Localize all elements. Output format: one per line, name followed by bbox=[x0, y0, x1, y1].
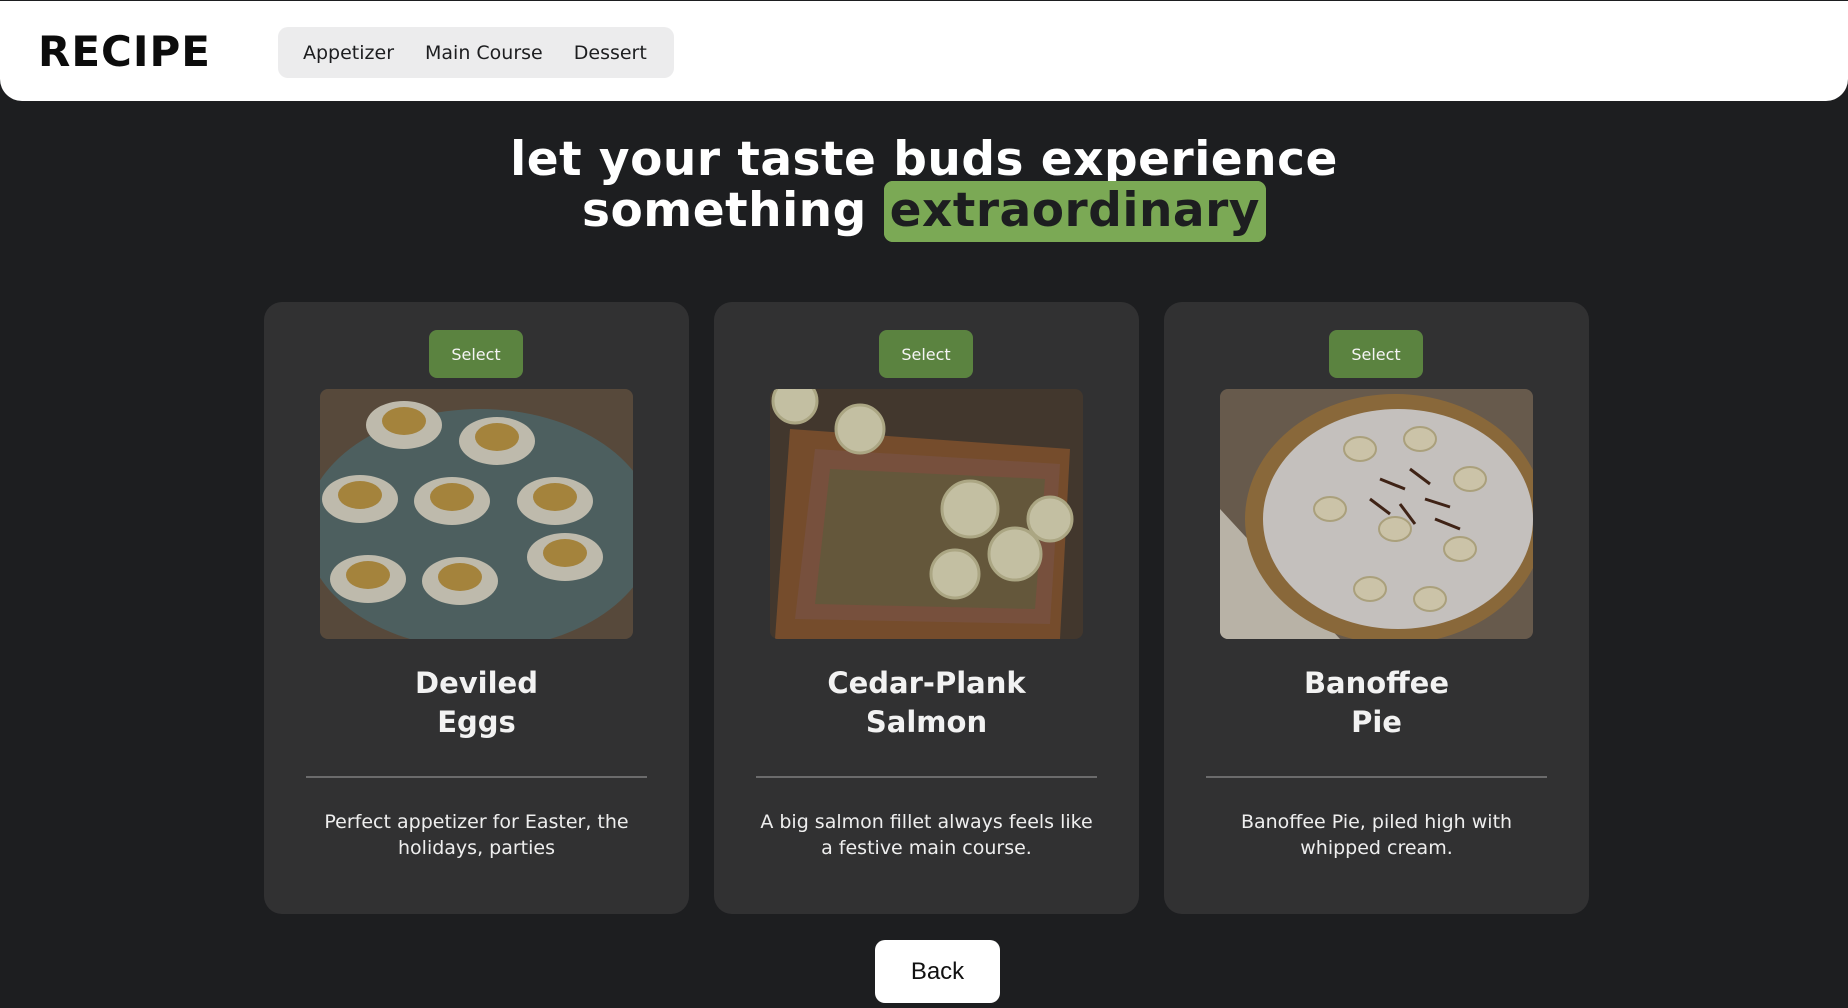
select-button[interactable]: Select bbox=[429, 330, 523, 378]
select-button[interactable]: Select bbox=[879, 330, 973, 378]
card-divider bbox=[1206, 776, 1547, 778]
select-button[interactable]: Select bbox=[1329, 330, 1423, 378]
nav-dessert[interactable]: Dessert bbox=[574, 42, 647, 64]
card-divider bbox=[306, 776, 647, 778]
hero-line-2: something extraordinary bbox=[0, 181, 1848, 242]
nav-main-course[interactable]: Main Course bbox=[425, 42, 543, 64]
category-nav: Appetizer Main Course Dessert bbox=[278, 27, 674, 78]
card-divider bbox=[756, 776, 1097, 778]
top-navbar: RECIPE Appetizer Main Course Dessert bbox=[0, 0, 1848, 101]
card-description: Perfect appetizer for Easter, the holida… bbox=[324, 811, 629, 859]
hero-highlight: extraordinary bbox=[883, 181, 1266, 242]
card-description: A big salmon fillet always feels like a … bbox=[760, 811, 1093, 859]
banoffee-pie-photo bbox=[1220, 389, 1533, 639]
hero-line-2-plain: something bbox=[582, 183, 867, 238]
hero-headline: let your taste buds experience something… bbox=[0, 132, 1848, 242]
card-description: Banoffee Pie, piled high with whipped cr… bbox=[1240, 811, 1513, 859]
recipe-card-banoffee-pie: Select Banoffee Pie Banoffee Pie, piled … bbox=[1164, 302, 1589, 914]
back-button[interactable]: Back bbox=[875, 940, 1000, 1003]
recipe-card-deviled-eggs: Select Deviled Eggs Perfect appetizer fo… bbox=[264, 302, 689, 914]
nav-appetizer[interactable]: Appetizer bbox=[303, 42, 394, 64]
card-title: Deviled Eggs bbox=[415, 666, 538, 739]
cedar-plank-salmon-photo bbox=[770, 389, 1083, 639]
logo[interactable]: RECIPE bbox=[38, 27, 211, 76]
hero-line-1: let your taste buds experience bbox=[510, 132, 1338, 187]
recipe-card-cedar-plank-salmon: Select Cedar-Plank Salmon A big salmon f… bbox=[714, 302, 1139, 914]
card-title: Cedar-Plank Salmon bbox=[827, 666, 1026, 739]
card-title: Banoffee Pie bbox=[1303, 666, 1450, 739]
deviled-eggs-photo bbox=[320, 389, 633, 639]
